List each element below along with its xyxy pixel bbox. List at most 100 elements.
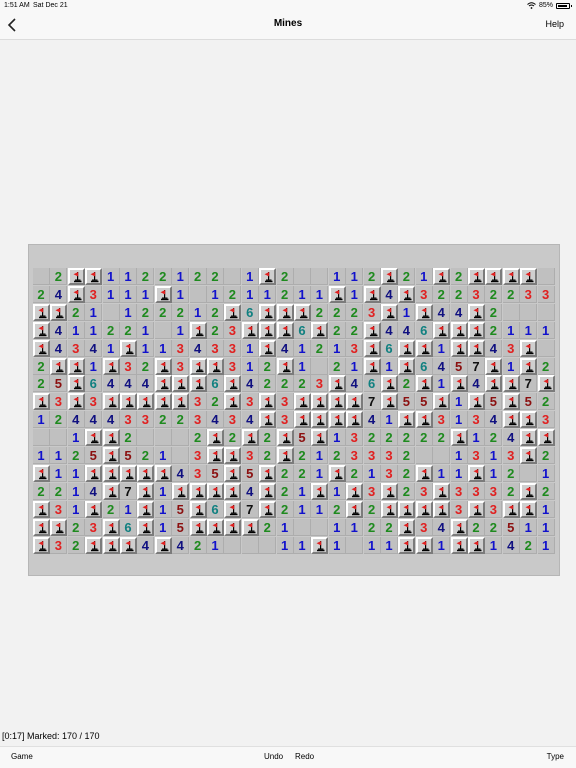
number-cell[interactable]: 1 — [67, 482, 85, 500]
number-cell[interactable]: 3 — [276, 411, 294, 429]
flagged-cell[interactable] — [537, 375, 555, 393]
number-cell[interactable]: 2 — [259, 375, 277, 393]
empty-cell[interactable] — [189, 285, 207, 303]
number-cell[interactable]: 4 — [241, 482, 259, 500]
number-cell[interactable]: 2 — [502, 285, 520, 303]
number-cell[interactable]: 2 — [294, 464, 311, 482]
number-cell[interactable]: 1 — [207, 536, 224, 554]
flagged-cell[interactable] — [137, 482, 155, 500]
number-cell[interactable]: 2 — [67, 518, 85, 536]
flagged-cell[interactable] — [468, 464, 485, 482]
flagged-cell[interactable] — [154, 375, 172, 393]
number-cell[interactable]: 2 — [433, 285, 451, 303]
empty-cell[interactable] — [154, 429, 172, 447]
flagged-cell[interactable] — [85, 500, 103, 518]
flagged-cell[interactable] — [415, 500, 433, 518]
empty-cell[interactable] — [172, 429, 190, 447]
flagged-cell[interactable] — [33, 500, 50, 518]
number-cell[interactable]: 1 — [363, 464, 381, 482]
flagged-cell[interactable] — [381, 375, 398, 393]
flagged-cell[interactable] — [154, 285, 172, 303]
number-cell[interactable]: 4 — [172, 536, 190, 554]
number-cell[interactable]: 2 — [363, 518, 381, 536]
number-cell[interactable]: 4 — [276, 339, 294, 357]
number-cell[interactable]: 1 — [520, 321, 538, 339]
flagged-cell[interactable] — [502, 268, 520, 285]
empty-cell[interactable] — [520, 303, 538, 321]
flagged-cell[interactable] — [346, 393, 364, 411]
number-cell[interactable]: 7 — [120, 482, 137, 500]
flagged-cell[interactable] — [67, 393, 85, 411]
number-cell[interactable]: 7 — [241, 500, 259, 518]
flagged-cell[interactable] — [102, 482, 120, 500]
flagged-cell[interactable] — [276, 303, 294, 321]
number-cell[interactable]: 3 — [224, 339, 242, 357]
flagged-cell[interactable] — [311, 536, 329, 554]
empty-cell[interactable] — [433, 447, 451, 464]
empty-cell[interactable] — [537, 268, 555, 285]
flagged-cell[interactable] — [468, 268, 485, 285]
flagged-cell[interactable] — [224, 482, 242, 500]
number-cell[interactable]: 1 — [120, 285, 137, 303]
number-cell[interactable]: 5 — [485, 393, 503, 411]
number-cell[interactable]: 2 — [67, 447, 85, 464]
flagged-cell[interactable] — [33, 536, 50, 554]
number-cell[interactable]: 2 — [311, 339, 329, 357]
flagged-cell[interactable] — [520, 429, 538, 447]
number-cell[interactable]: 1 — [137, 321, 155, 339]
number-cell[interactable]: 7 — [468, 357, 485, 375]
number-cell[interactable]: 2 — [485, 303, 503, 321]
empty-cell[interactable] — [224, 536, 242, 554]
number-cell[interactable]: 1 — [207, 285, 224, 303]
empty-cell[interactable] — [415, 447, 433, 464]
flagged-cell[interactable] — [85, 429, 103, 447]
number-cell[interactable]: 2 — [328, 500, 346, 518]
flagged-cell[interactable] — [259, 482, 277, 500]
number-cell[interactable]: 4 — [433, 303, 451, 321]
number-cell[interactable]: 3 — [241, 393, 259, 411]
flagged-cell[interactable] — [520, 500, 538, 518]
number-cell[interactable]: 3 — [85, 518, 103, 536]
number-cell[interactable]: 1 — [502, 357, 520, 375]
number-cell[interactable]: 3 — [433, 411, 451, 429]
number-cell[interactable]: 3 — [468, 482, 485, 500]
flagged-cell[interactable] — [154, 393, 172, 411]
number-cell[interactable]: 4 — [85, 339, 103, 357]
flagged-cell[interactable] — [137, 518, 155, 536]
number-cell[interactable]: 1 — [381, 357, 398, 375]
flagged-cell[interactable] — [224, 393, 242, 411]
number-cell[interactable]: 2 — [485, 518, 503, 536]
flagged-cell[interactable] — [311, 321, 329, 339]
number-cell[interactable]: 1 — [50, 447, 68, 464]
number-cell[interactable]: 2 — [346, 321, 364, 339]
number-cell[interactable]: 4 — [85, 482, 103, 500]
number-cell[interactable]: 6 — [241, 303, 259, 321]
number-cell[interactable]: 1 — [328, 339, 346, 357]
number-cell[interactable]: 2 — [33, 357, 50, 375]
flagged-cell[interactable] — [450, 518, 468, 536]
flagged-cell[interactable] — [172, 375, 190, 393]
number-cell[interactable]: 2 — [189, 429, 207, 447]
number-cell[interactable]: 2 — [537, 393, 555, 411]
number-cell[interactable]: 1 — [381, 536, 398, 554]
number-cell[interactable]: 2 — [328, 357, 346, 375]
flagged-cell[interactable] — [33, 464, 50, 482]
flagged-cell[interactable] — [450, 321, 468, 339]
number-cell[interactable]: 1 — [276, 536, 294, 554]
undo-button[interactable]: Undo — [264, 752, 283, 761]
number-cell[interactable]: 3 — [311, 375, 329, 393]
number-cell[interactable]: 3 — [468, 285, 485, 303]
number-cell[interactable]: 1 — [85, 321, 103, 339]
number-cell[interactable]: 1 — [172, 285, 190, 303]
flagged-cell[interactable] — [468, 500, 485, 518]
number-cell[interactable]: 3 — [189, 393, 207, 411]
flagged-cell[interactable] — [294, 393, 311, 411]
number-cell[interactable]: 3 — [189, 464, 207, 482]
number-cell[interactable]: 5 — [450, 357, 468, 375]
flagged-cell[interactable] — [502, 500, 520, 518]
flagged-cell[interactable] — [398, 536, 416, 554]
flagged-cell[interactable] — [294, 411, 311, 429]
number-cell[interactable]: 5 — [207, 464, 224, 482]
number-cell[interactable]: 6 — [415, 321, 433, 339]
number-cell[interactable]: 6 — [363, 375, 381, 393]
